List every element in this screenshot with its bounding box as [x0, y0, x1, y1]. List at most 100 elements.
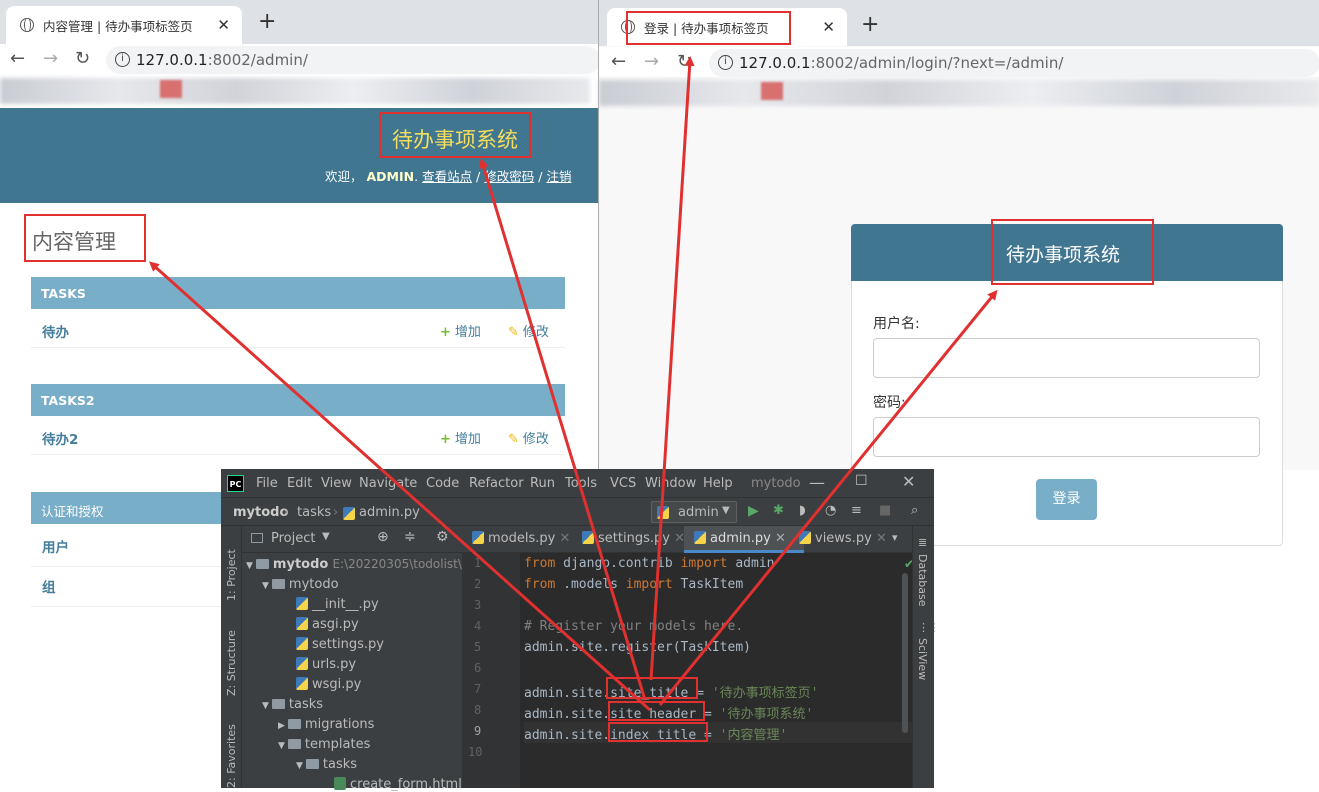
menu-refactor[interactable]: Refactor	[469, 476, 524, 491]
blurred-bookmark-icon	[761, 82, 783, 100]
forward-icon[interactable]: →	[43, 48, 58, 69]
tree-item[interactable]: ▼ tasks	[296, 757, 357, 772]
tree-item[interactable]: wsgi.py	[296, 677, 361, 692]
tree-item[interactable]: ▶ migrations	[278, 717, 374, 732]
tool-structure[interactable]: Z: Structure	[225, 630, 238, 696]
menu-code[interactable]: Code	[426, 476, 459, 491]
info-icon[interactable]: i	[115, 52, 130, 67]
new-tab-icon[interactable]: +	[258, 9, 276, 34]
tab-label: settings.py	[598, 531, 670, 546]
change-password-link[interactable]: 修改密码	[484, 169, 534, 184]
expand-icon: ▼	[296, 761, 303, 771]
view-site-link[interactable]: 查看站点	[422, 169, 472, 184]
tree-item[interactable]: urls.py	[296, 657, 356, 672]
python-file-icon	[343, 507, 355, 520]
browser-tab-admin[interactable]: 内容管理 | 待办事项标签页 ✕	[6, 6, 242, 44]
crumb-file[interactable]: admin.py	[359, 505, 420, 520]
tree-item[interactable]: ▼ tasks	[262, 697, 323, 712]
add-link[interactable]: + 增加	[440, 321, 481, 340]
username-input[interactable]	[873, 338, 1260, 378]
menu-run[interactable]: Run	[530, 476, 555, 491]
close-tab-icon[interactable]: ✕	[217, 16, 230, 34]
info-icon[interactable]: i	[718, 55, 733, 70]
password-input[interactable]	[873, 417, 1260, 457]
menu-navigate[interactable]: Navigate	[359, 476, 417, 491]
debug-icon[interactable]: ✱	[773, 503, 784, 518]
crumb-project[interactable]: mytodo	[233, 505, 288, 520]
change-link[interactable]: ✎ 修改	[508, 321, 549, 340]
model-link-users[interactable]: 用户	[42, 540, 69, 556]
scrollbar[interactable]	[902, 573, 908, 733]
close-tab-icon[interactable]: ✕	[822, 18, 835, 36]
line-gutter: 1 2 3 4 5 6 7 8 9 10	[462, 553, 520, 788]
profile-icon[interactable]: ◔	[825, 503, 836, 518]
close-icon[interactable]: ✕	[775, 531, 786, 546]
tab-settings[interactable]: settings.py ✕	[582, 531, 685, 546]
tree-item[interactable]: __init__.py	[296, 597, 379, 612]
project-label[interactable]: Project	[271, 531, 315, 546]
add-label: 增加	[454, 325, 481, 340]
tree-item[interactable]: asgi.py	[296, 617, 359, 632]
minimize-icon[interactable]: —	[809, 473, 825, 492]
tree-item[interactable]: create_form.html	[334, 777, 462, 792]
reload-icon[interactable]: ↻	[677, 51, 692, 72]
tool-database[interactable]: Database	[916, 554, 929, 607]
reload-icon[interactable]: ↻	[75, 48, 90, 69]
model-link-todo[interactable]: 待办	[42, 325, 69, 341]
menu-window[interactable]: Window	[645, 476, 696, 491]
tool-project[interactable]: 1: Project	[225, 549, 238, 601]
run-icon[interactable]: ▶	[748, 503, 759, 519]
forward-icon[interactable]: →	[644, 51, 659, 72]
model-link-todo2[interactable]: 待办2	[42, 432, 78, 448]
maximize-icon[interactable]: ☐	[855, 473, 868, 489]
run-config-select[interactable]: admin ▼	[651, 501, 737, 523]
close-window-icon[interactable]: ✕	[902, 472, 915, 491]
collapse-icon[interactable]: ≑	[404, 529, 416, 545]
module-caption-tasks2[interactable]: TASKS2	[31, 384, 565, 416]
model-link-groups[interactable]: 组	[42, 580, 56, 596]
code-editor[interactable]: from django.contrib import admin from .m…	[524, 553, 909, 788]
close-icon[interactable]: ✕	[559, 531, 570, 546]
menu-view[interactable]: View	[321, 476, 352, 491]
url-field[interactable]: i 127.0.0.1:8002/admin/	[106, 46, 600, 74]
back-icon[interactable]: ←	[10, 48, 25, 69]
tab-admin[interactable]: admin.py ✕	[694, 531, 786, 546]
locate-icon[interactable]: ⊕	[377, 529, 389, 545]
tab-views[interactable]: views.py ✕	[799, 531, 887, 546]
search-icon[interactable]: ⌕	[911, 503, 918, 518]
menu-help[interactable]: Help	[703, 476, 733, 491]
change-link[interactable]: ✎ 修改	[508, 428, 549, 447]
tool-sciview[interactable]: SciView	[916, 638, 929, 680]
tree-item[interactable]: ▼ mytodo	[262, 577, 339, 592]
left-tool-strip: 1: Project Z: Structure 2: Favorites	[221, 526, 242, 788]
gear-icon[interactable]: ⚙	[436, 529, 449, 545]
menu-vcs[interactable]: VCS	[610, 476, 636, 491]
add-link[interactable]: + 增加	[440, 428, 481, 447]
run-tasks-icon[interactable]: ≡	[851, 503, 862, 518]
tree-item[interactable]: ▼ templates	[278, 737, 370, 752]
back-icon[interactable]: ←	[611, 51, 626, 72]
tree-label: urls.py	[312, 657, 357, 672]
tree-item[interactable]: settings.py	[296, 637, 384, 652]
python-file-icon	[582, 531, 594, 544]
url-field[interactable]: i 127.0.0.1:8002/admin/login/?next=/admi…	[709, 49, 1319, 77]
chevron-down-icon[interactable]: ▼	[322, 531, 330, 542]
tool-favorites[interactable]: 2: Favorites	[225, 724, 238, 788]
stop-icon[interactable]: ■	[879, 503, 891, 518]
coverage-icon[interactable]: ◗	[799, 503, 806, 518]
tree-root[interactable]: ▼ mytodo E:\20220305\todolist\myt	[246, 557, 485, 572]
tab-list-icon[interactable]: ▾	[892, 531, 898, 544]
menu-edit[interactable]: Edit	[287, 476, 312, 491]
new-tab-icon[interactable]: +	[861, 12, 879, 37]
highlight-box-login-header	[991, 219, 1154, 285]
login-button[interactable]: 登录	[1036, 479, 1097, 520]
highlight-box-index-title	[24, 214, 146, 262]
menu-tools[interactable]: Tools	[565, 476, 597, 491]
module-caption-tasks[interactable]: TASKS	[31, 277, 565, 309]
python-file-icon	[296, 617, 308, 630]
close-icon[interactable]: ✕	[876, 531, 887, 546]
logout-link[interactable]: 注销	[546, 169, 571, 184]
tab-models[interactable]: models.py ✕	[472, 531, 570, 546]
menu-file[interactable]: File	[256, 476, 278, 491]
crumb-folder[interactable]: tasks	[297, 505, 331, 520]
